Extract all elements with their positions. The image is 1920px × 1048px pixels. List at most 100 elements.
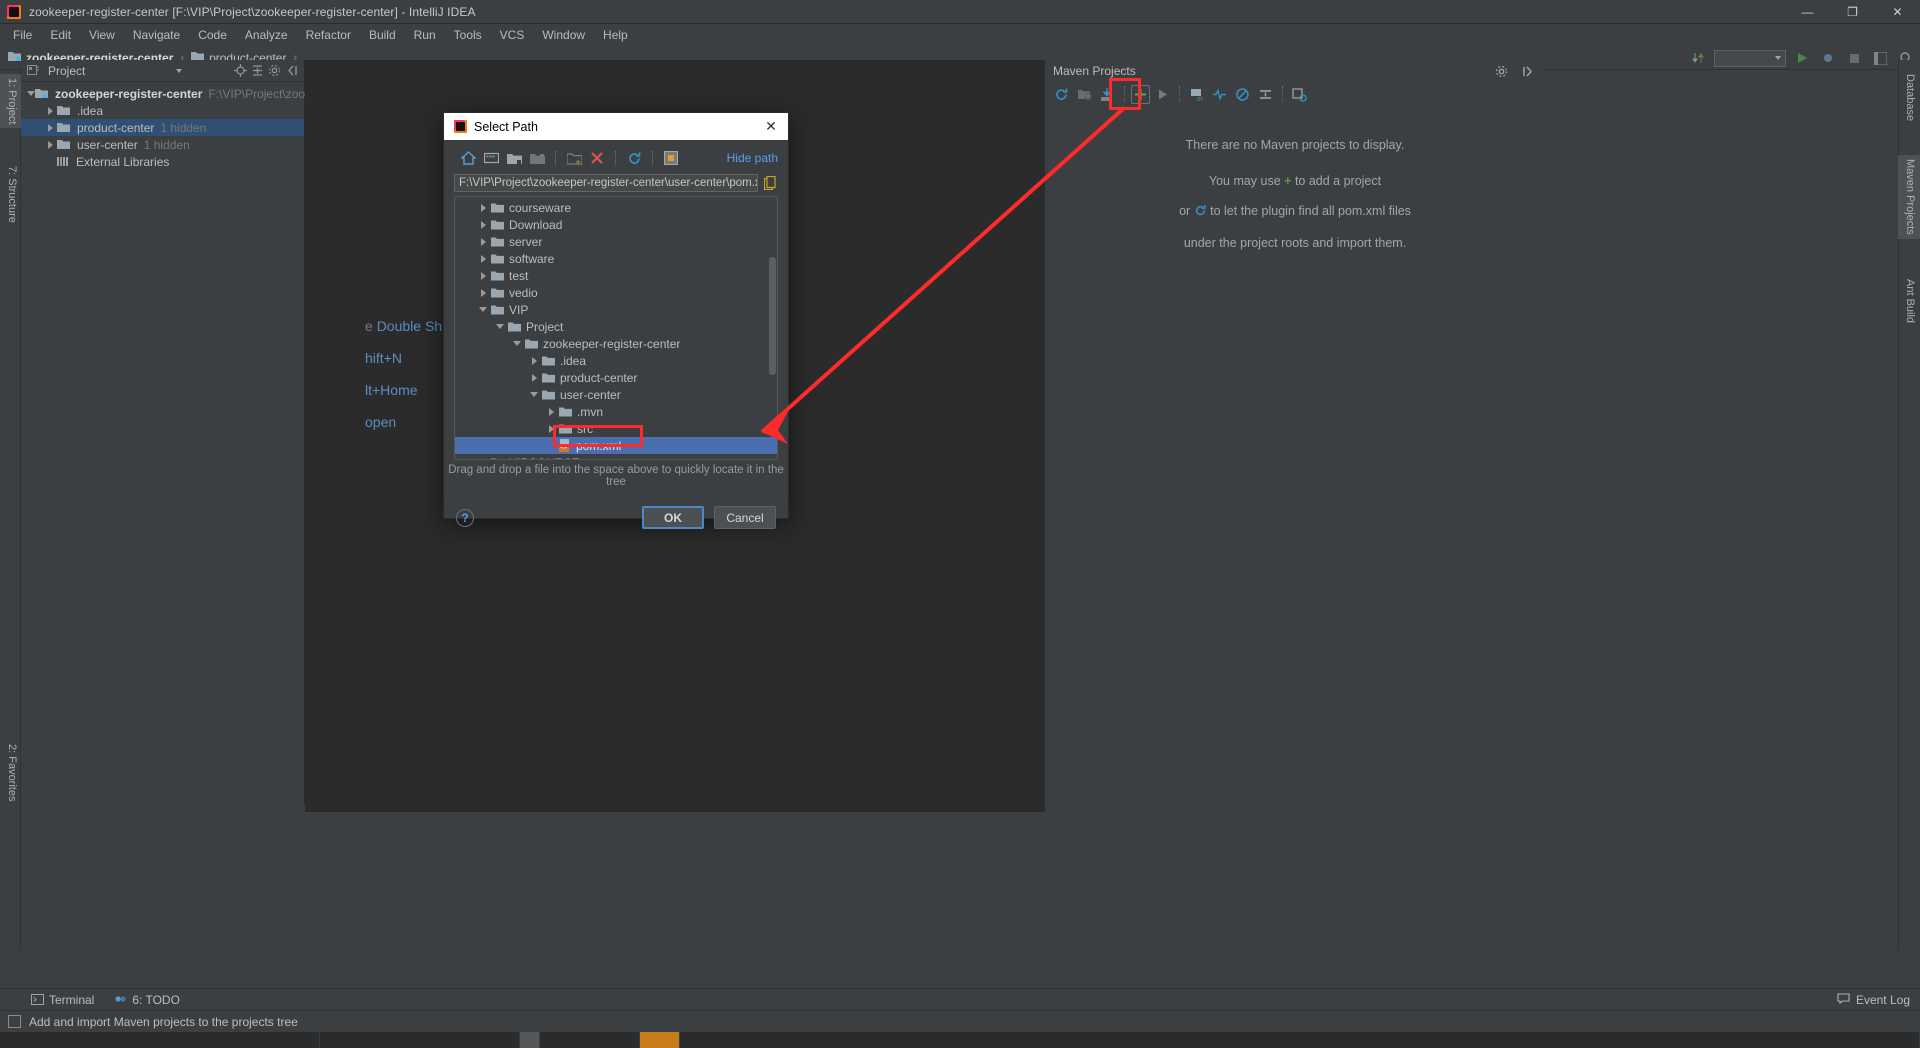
run-configurations-icon[interactable]: m: [1186, 84, 1207, 105]
file-tree-row[interactable]: .mvn: [455, 403, 777, 420]
maven-settings-icon[interactable]: [1289, 84, 1310, 105]
gear-icon[interactable]: [266, 62, 283, 79]
file-tree-row[interactable]: VIP: [455, 301, 777, 318]
menu-navigate[interactable]: Navigate: [124, 25, 189, 45]
menu-window[interactable]: Window: [533, 25, 594, 45]
stop-icon[interactable]: [1844, 48, 1864, 68]
file-tree-row[interactable]: src: [455, 420, 777, 437]
file-tree-row[interactable]: vedio: [455, 284, 777, 301]
path-input[interactable]: F:\VIP\Project\zookeeper-register-center…: [454, 174, 758, 192]
project-tree-row[interactable]: External Libraries: [21, 153, 304, 170]
tree-toggle[interactable]: [475, 237, 491, 246]
tree-toggle[interactable]: [475, 458, 491, 459]
sidebar-tab-ant-build[interactable]: Ant Build: [1898, 275, 1920, 327]
file-tree-row[interactable]: server: [455, 233, 777, 250]
show-hidden-icon[interactable]: [661, 148, 681, 168]
locate-icon[interactable]: [232, 62, 249, 79]
tree-toggle[interactable]: [475, 271, 491, 280]
tree-toggle[interactable]: [43, 106, 57, 115]
download-sources-icon[interactable]: [1074, 84, 1095, 105]
project-tree-row[interactable]: .idea: [21, 102, 304, 119]
minimize-button[interactable]: —: [1785, 0, 1830, 24]
download-icon[interactable]: [1097, 84, 1118, 105]
menu-help[interactable]: Help: [594, 25, 637, 45]
sidebar-tab-structure[interactable]: 7: Structure: [0, 162, 21, 227]
delete-icon[interactable]: [587, 148, 607, 168]
menu-file[interactable]: File: [4, 25, 41, 45]
toggle-offline-icon[interactable]: [1209, 84, 1230, 105]
tree-toggle[interactable]: [509, 341, 525, 346]
tree-toggle[interactable]: [526, 356, 542, 365]
tree-toggle[interactable]: [475, 307, 491, 312]
project-folder-icon[interactable]: [504, 148, 524, 168]
menu-analyze[interactable]: Analyze: [236, 25, 297, 45]
tree-toggle[interactable]: [475, 203, 491, 212]
file-tree-row[interactable]: zookeeper-register-center: [455, 335, 777, 352]
run-icon[interactable]: [1792, 48, 1812, 68]
file-tree-row[interactable]: product-center: [455, 369, 777, 386]
debug-icon[interactable]: [1818, 48, 1838, 68]
tree-toggle[interactable]: [475, 254, 491, 263]
project-tree-row[interactable]: product-center 1 hidden: [21, 119, 304, 136]
file-tree-scrollbar[interactable]: [769, 257, 776, 375]
hide-path-link[interactable]: Hide path: [727, 151, 778, 165]
add-maven-project-icon[interactable]: [1131, 84, 1150, 104]
file-tree-row[interactable]: test: [455, 267, 777, 284]
desktop-icon[interactable]: [481, 148, 501, 168]
module-folder-icon[interactable]: [527, 148, 547, 168]
menu-build[interactable]: Build: [360, 25, 405, 45]
file-tree-row[interactable]: .idea: [455, 352, 777, 369]
file-tree-row[interactable]: software: [455, 250, 777, 267]
hide-panel-icon[interactable]: [283, 62, 300, 79]
tree-toggle[interactable]: [543, 424, 559, 433]
tree-toggle[interactable]: [43, 140, 57, 149]
vcs-update-icon[interactable]: [1688, 48, 1708, 68]
event-log-label[interactable]: Event Log: [1856, 993, 1910, 1007]
layout-icon[interactable]: [1870, 48, 1890, 68]
ok-button[interactable]: OK: [642, 506, 704, 529]
execute-goal-icon[interactable]: [1152, 84, 1173, 105]
home-icon[interactable]: [458, 148, 478, 168]
run-configuration-select[interactable]: [1714, 49, 1786, 67]
close-button[interactable]: ✕: [1875, 0, 1920, 24]
copy-path-icon[interactable]: [762, 174, 778, 192]
hide-panel-icon[interactable]: [1518, 61, 1539, 82]
dialog-close-button[interactable]: ✕: [758, 114, 784, 140]
reimport-icon[interactable]: [1051, 84, 1072, 105]
tree-toggle[interactable]: [27, 91, 35, 96]
file-tree-row[interactable]: courseware: [455, 199, 777, 216]
menu-vcs[interactable]: VCS: [491, 25, 534, 45]
collapse-all-icon[interactable]: [1255, 84, 1276, 105]
chevron-down-icon[interactable]: [176, 68, 182, 73]
tree-toggle[interactable]: [475, 220, 491, 229]
file-tree-row[interactable]: Project: [455, 318, 777, 335]
file-tree-row[interactable]: user-center: [455, 386, 777, 403]
menu-refactor[interactable]: Refactor: [297, 25, 360, 45]
project-tree-row[interactable]: user-center 1 hidden: [21, 136, 304, 153]
skip-tests-icon[interactable]: [1232, 84, 1253, 105]
tree-toggle[interactable]: [526, 373, 542, 382]
sidebar-tab-database[interactable]: Database: [1898, 70, 1920, 125]
help-button[interactable]: ?: [456, 508, 474, 527]
tree-toggle[interactable]: [543, 407, 559, 416]
bottom-tab-todo[interactable]: 6: TODO: [104, 989, 190, 1011]
tree-toggle[interactable]: [475, 288, 491, 297]
menu-tools[interactable]: Tools: [445, 25, 491, 45]
bottom-tab-terminal[interactable]: Terminal: [21, 989, 104, 1011]
tree-toggle[interactable]: [43, 123, 57, 132]
menu-code[interactable]: Code: [189, 25, 236, 45]
tree-toggle[interactable]: [492, 324, 508, 329]
maximize-button[interactable]: ❐: [1830, 0, 1875, 24]
menu-edit[interactable]: Edit: [41, 25, 80, 45]
new-folder-icon[interactable]: [564, 148, 584, 168]
menu-run[interactable]: Run: [405, 25, 445, 45]
sidebar-tab-project[interactable]: 1: Project: [0, 74, 21, 129]
menu-view[interactable]: View: [80, 25, 124, 45]
file-tree-row[interactable]: VIPCOURSE: [455, 454, 777, 459]
gear-icon[interactable]: [1491, 61, 1512, 82]
file-tree[interactable]: courseware Download server software test…: [454, 196, 778, 460]
tree-toggle[interactable]: [526, 392, 542, 397]
project-tree-row[interactable]: zookeeper-register-center F:\VIP\Project…: [21, 85, 342, 102]
file-tree-row-selected[interactable]: <> pom.xml: [455, 437, 777, 454]
file-tree-row[interactable]: Download: [455, 216, 777, 233]
